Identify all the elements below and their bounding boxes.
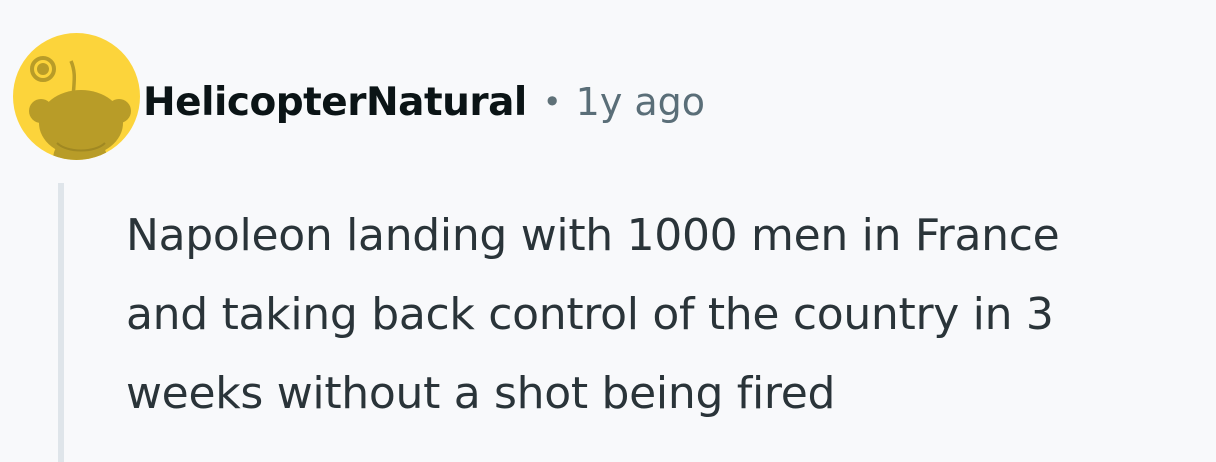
avatar[interactable]	[13, 33, 140, 160]
comment-timestamp[interactable]: 1y ago	[576, 80, 705, 124]
meta-separator: •	[542, 83, 562, 121]
comment: HelicopterNatural • 1y ago Napoleon land…	[0, 0, 1216, 462]
author-username[interactable]: HelicopterNatural	[143, 80, 527, 125]
comment-body: Napoleon landing with 1000 men in France…	[126, 210, 1060, 419]
comment-meta: HelicopterNatural • 1y ago	[143, 76, 705, 128]
thread-line[interactable]	[58, 183, 64, 462]
snoo-avatar-icon	[13, 33, 140, 160]
